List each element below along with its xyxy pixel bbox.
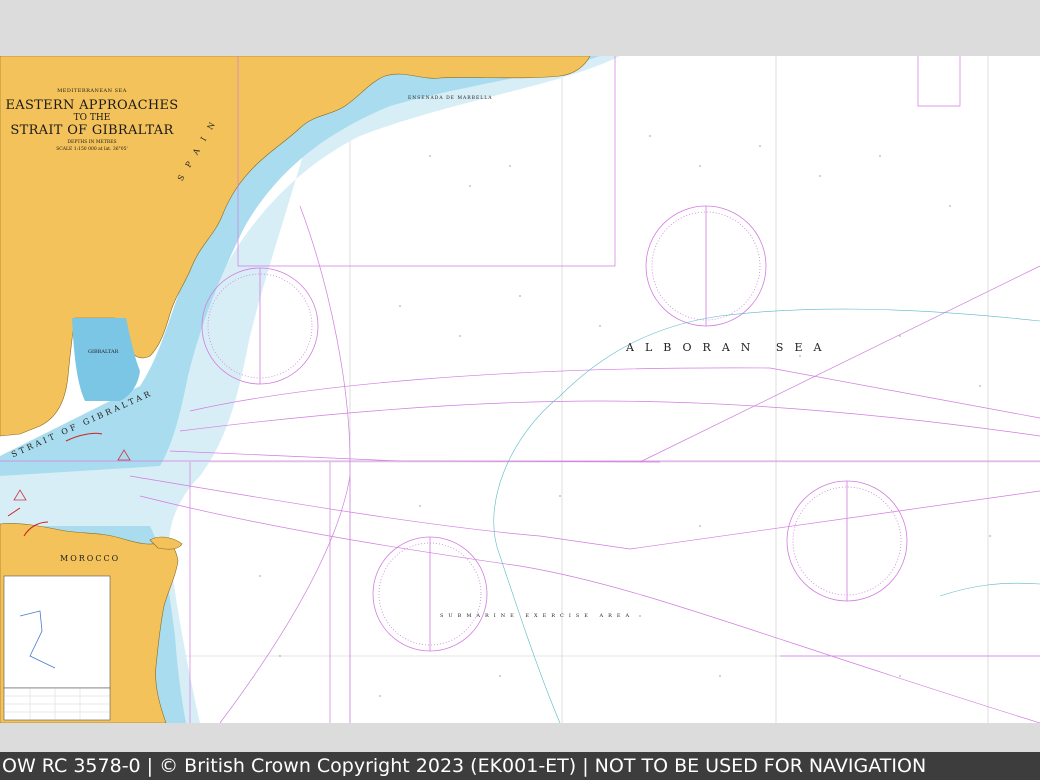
label-ensenada: ENSENADA DE MARBELLA xyxy=(408,96,493,101)
label-morocco: MOROCCO xyxy=(60,554,121,563)
title-sea: MEDITERRANEAN SEA xyxy=(57,88,127,94)
title-line-3: STRAIT OF GIBRALTAR xyxy=(10,123,174,138)
compass-rose-4 xyxy=(786,480,908,602)
title-scale: SCALE 1:150 000 at lat. 36°05' xyxy=(56,147,128,152)
depth-contours xyxy=(493,308,1040,723)
title-line-2: TO THE xyxy=(73,113,111,123)
title-line-1: EASTERN APPROACHES xyxy=(5,98,179,113)
label-submarine-area: SUBMARINE EXERCISE AREA xyxy=(440,613,635,619)
nautical-chart[interactable]: MEDITERRANEAN SEA EASTERN APPROACHES TO … xyxy=(0,56,1040,723)
compass-rose-3 xyxy=(372,536,488,652)
title-depths: DEPTHS IN METRES xyxy=(67,140,117,145)
label-alboran-sea: ALBORAN SEA xyxy=(626,341,833,354)
label-gibraltar: GIBRALTAR xyxy=(88,349,119,355)
index-inset xyxy=(3,575,111,689)
chart-title-block: MEDITERRANEAN SEA EASTERN APPROACHES TO … xyxy=(4,88,180,152)
copyright-footer: OW RC 3578-0 | © British Crown Copyright… xyxy=(0,752,1040,780)
bottom-gray-margin xyxy=(0,723,1040,752)
top-gray-margin xyxy=(0,0,1040,56)
chart-canvas xyxy=(0,56,1040,723)
compass-rose-2 xyxy=(645,205,767,327)
